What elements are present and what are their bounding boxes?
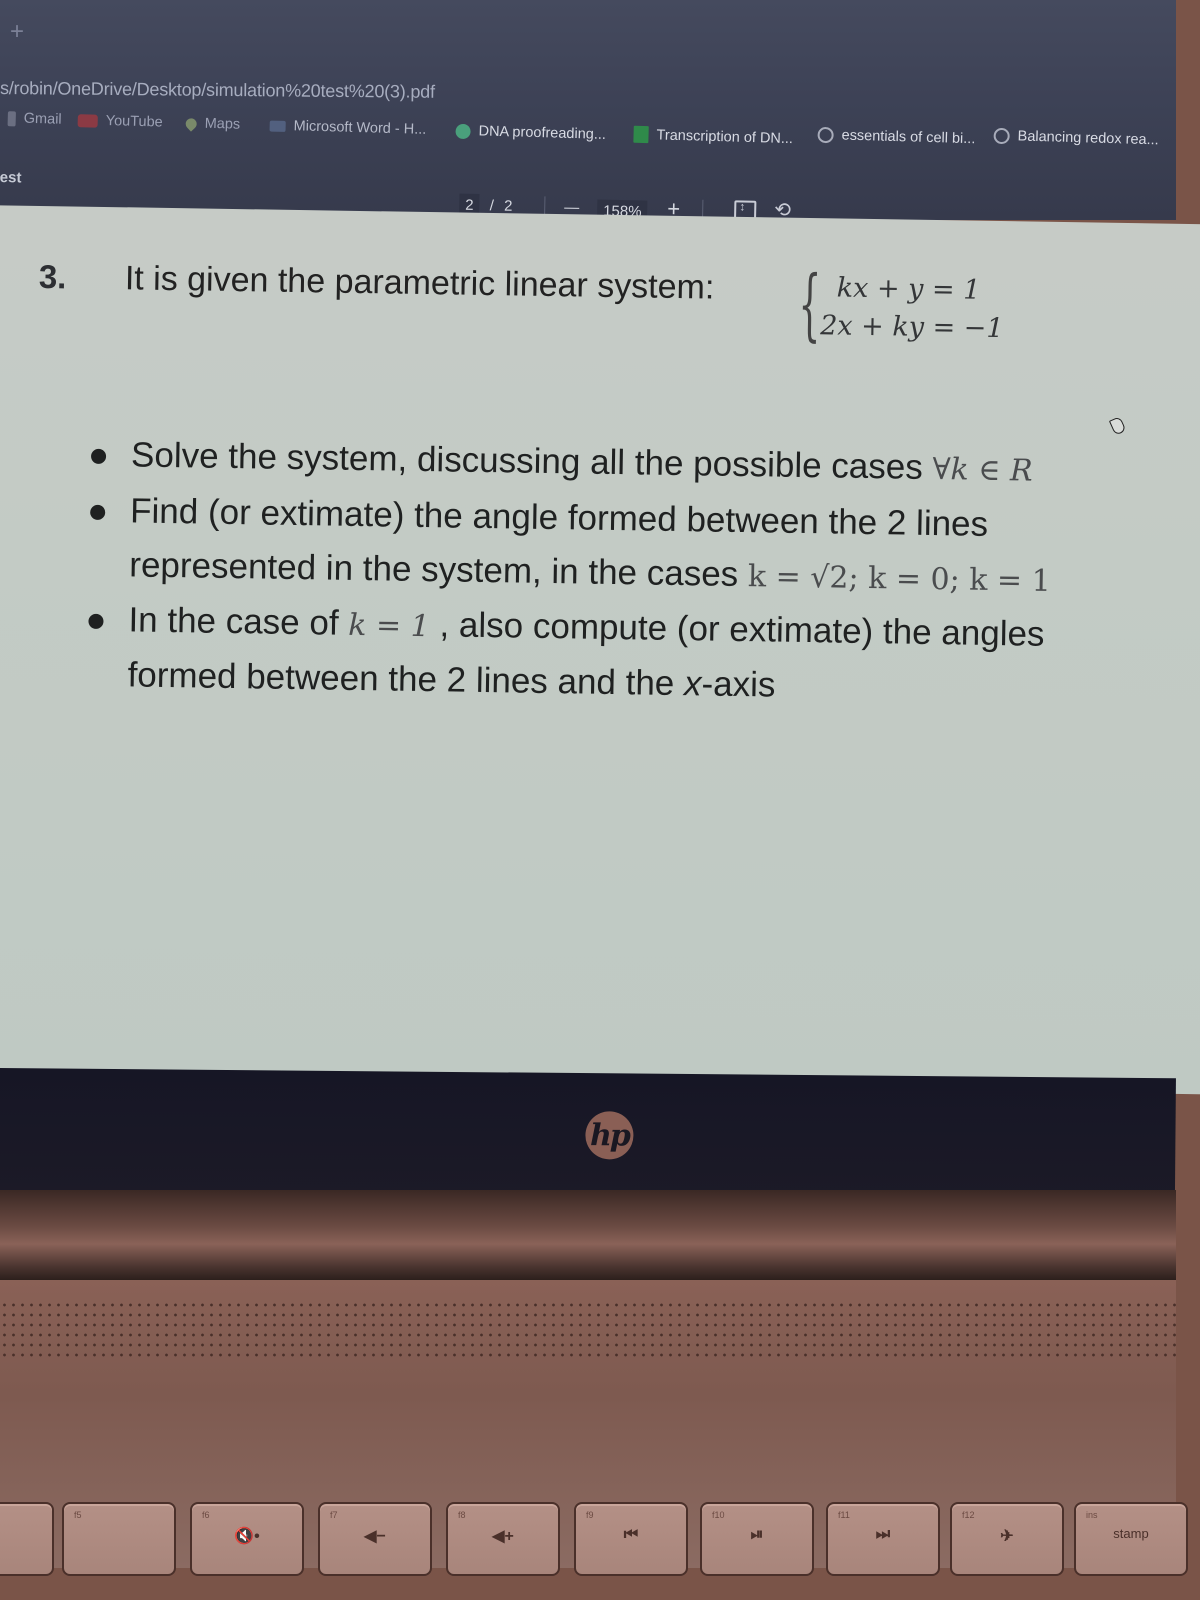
list-item: In the case of k = 1 , also compute (or … (88, 600, 1045, 654)
key-f6-mute[interactable]: f6 🔇• (190, 1502, 304, 1576)
key-fn-label: f11 (838, 1510, 850, 1520)
bookmark-youtube[interactable]: YouTube (77, 112, 163, 131)
bookmark-word[interactable]: Microsoft Word - H... (269, 118, 427, 138)
key-fn-label: f7 (330, 1510, 338, 1520)
mouse-cursor-icon (1108, 416, 1127, 436)
bookmark-essentials-cell-biology[interactable]: essentials of cell bi... (817, 126, 976, 148)
key-fn-label: f8 (458, 1510, 466, 1520)
bookmark-dna-proofreading[interactable]: DNA proofreading... (455, 123, 606, 143)
math-expression: ∀k ∈ R (932, 451, 1033, 489)
equation-1: kx + y = 1 (836, 272, 981, 306)
key-fn-label: f9 (586, 1510, 594, 1520)
pdf-page: 3. It is given the parametric linear sys… (0, 205, 1200, 1095)
bookmark-gmail[interactable]: Gmail (7, 110, 62, 128)
maps-icon (183, 115, 199, 132)
airplane-icon: ✈ (1000, 1528, 1014, 1545)
function-key-row: f5 f6 🔇• f7 ◀− f8 ◀+ f9 ⏮ f10 ⏯ f11 ⏭ f12 ✈ ins… (0, 1502, 1188, 1576)
key[interactable] (0, 1502, 54, 1576)
laptop-hinge (0, 1190, 1176, 1280)
key-insert-prtsc[interactable]: ins stamp (1074, 1502, 1188, 1576)
bullet-text: -axis (701, 664, 776, 705)
bullet-text-emphasis: x (683, 664, 702, 704)
bookmark-label: Maps (204, 115, 241, 133)
bookmark-maps[interactable]: Maps (183, 115, 241, 133)
play-pause-icon: ⏯ (750, 1526, 764, 1543)
key-glyph: stamp (1113, 1526, 1149, 1541)
bookmark-label: Gmail (23, 110, 62, 128)
globe-icon (817, 126, 834, 144)
equation-2: 2x + ky = −1 (819, 310, 1004, 345)
youtube-icon (77, 113, 98, 128)
list-item-continuation: formed between the 2 lines and the x-axi… (127, 655, 775, 705)
key-fn-label: ins (1086, 1510, 1098, 1520)
bookmark-label: Balancing redox rea... (1017, 128, 1159, 149)
bookmark-label: DNA proofreading... (478, 123, 607, 143)
transcription-icon (633, 125, 649, 144)
key-f10-play-pause[interactable]: f10 ⏯ (700, 1502, 814, 1576)
key-f8-volume-up[interactable]: f8 ◀+ (446, 1502, 560, 1576)
list-item-continuation: represented in the system, in the cases … (129, 545, 1051, 599)
key-f9-previous[interactable]: f9 ⏮ (574, 1502, 688, 1576)
word-icon (269, 120, 286, 132)
bullet-text: represented in the system, in the cases (129, 545, 749, 595)
bookmark-transcription[interactable]: Transcription of DN... (633, 125, 794, 147)
previous-track-icon: ⏮ (623, 1526, 639, 1543)
document-title: est (0, 168, 22, 187)
total-pages: 2 (503, 197, 513, 215)
volume-down-icon: ◀− (364, 1528, 386, 1545)
mute-icon: 🔇• (234, 1528, 260, 1545)
key-f12-airplane[interactable]: f12 ✈ (950, 1502, 1064, 1576)
new-tab-button[interactable]: + (10, 18, 24, 46)
bookmark-balancing-redox[interactable]: Balancing redox rea... (993, 127, 1159, 149)
key-f11-next[interactable]: f11 ⏭ (826, 1502, 940, 1576)
key-fn-label: f10 (712, 1510, 725, 1520)
key-f7-volume-down[interactable]: f7 ◀− (318, 1502, 432, 1576)
bookmark-label: Transcription of DN... (656, 126, 794, 147)
page-separator: / (489, 197, 495, 215)
bullet-text: In the case of (128, 600, 349, 643)
speaker-grille (0, 1300, 1176, 1360)
key-fn-label: f5 (74, 1510, 82, 1520)
gmail-icon (7, 110, 16, 126)
next-track-icon: ⏭ (875, 1526, 891, 1543)
bullet-text: Solve the system, discussing all the pos… (130, 435, 933, 487)
question-number: 3. (38, 257, 67, 296)
bullet-text: Find (or extimate) the angle formed betw… (129, 491, 989, 544)
bookmark-label: Microsoft Word - H... (293, 118, 427, 138)
bullet-text: formed between the 2 lines and the (127, 655, 685, 704)
globe-icon (993, 127, 1010, 145)
task-list: Solve the system, discussing all the pos… (88, 435, 1171, 705)
list-item: Find (or extimate) the angle formed betw… (90, 491, 989, 544)
list-item: Solve the system, discussing all the pos… (90, 435, 1033, 489)
laptop-deck: f5 f6 🔇• f7 ◀− f8 ◀+ f9 ⏮ f10 ⏯ f11 ⏭ f12 ✈ ins… (0, 1280, 1188, 1576)
bullet-text: , also compute (or extimate) the angles (429, 605, 1045, 654)
question-text: It is given the parametric linear system… (124, 259, 715, 307)
bookmark-label: essentials of cell bi... (841, 127, 976, 148)
key-fn-label: f6 (202, 1510, 210, 1520)
math-expression: k = √2; k = 0; k = 1 (747, 559, 1051, 599)
bullet (90, 504, 106, 521)
key-fn-label: f12 (962, 1510, 975, 1520)
hp-logo: hp (585, 1111, 634, 1160)
bullet (88, 613, 104, 629)
address-bar[interactable]: s/robin/OneDrive/Desktop/simulation%20te… (0, 78, 435, 103)
bookmark-label: YouTube (105, 112, 163, 131)
khan-academy-icon (455, 123, 471, 139)
math-expression: k = 1 (348, 607, 431, 645)
key-f5[interactable]: f5 (62, 1502, 176, 1576)
browser-chrome: + s/robin/OneDrive/Desktop/simulation%20… (0, 0, 1176, 224)
bullet (90, 448, 107, 465)
brace: { (797, 259, 822, 351)
screen-bezel: hp (0, 1068, 1176, 1209)
volume-up-icon: ◀+ (492, 1528, 514, 1545)
